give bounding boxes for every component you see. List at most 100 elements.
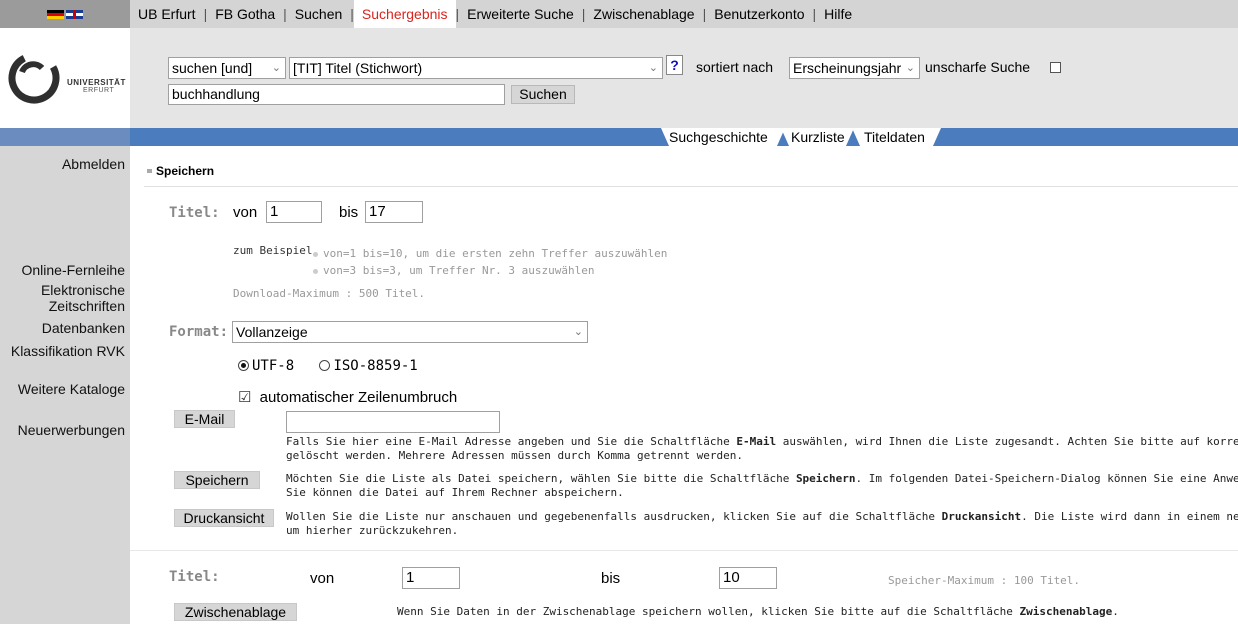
clipboard-description: Wenn Sie Daten in der Zwischenablage spe…	[397, 605, 1238, 619]
email-desc-text-2: auswählen, wird Ihnen die Liste zugesand…	[782, 435, 1238, 448]
email-desc-line2: gelöscht werden. Mehrere Adressen müssen…	[286, 449, 743, 462]
print-desc-text-2: . Die Liste wird dann in einem neuen Fen…	[1021, 510, 1238, 523]
example-1: von=1 bis=10, um die ersten zehn Treffer…	[313, 247, 667, 260]
email-desc-text: Falls Sie hier eine E-Mail Adresse angeb…	[286, 435, 737, 448]
sidebar-item-weitere-kataloge[interactable]: Weitere Kataloge	[18, 381, 125, 398]
to-label: bis	[339, 204, 359, 221]
tab-kurzliste[interactable]: Kurzliste	[781, 128, 854, 146]
fuzzy-search-checkbox[interactable]	[1050, 62, 1061, 73]
email-desc-bold: E-Mail	[736, 435, 777, 448]
print-view-button[interactable]: Druckansicht	[174, 509, 274, 527]
top-navigation-bar: UB Erfurt | FB Gotha | Suchen | Sucherge…	[0, 0, 1238, 28]
sidebar-item-ezeitschriften-line2[interactable]: Zeitschriften	[49, 298, 125, 315]
chevron-down-icon: ⌄	[648, 62, 658, 74]
logo-emblem-icon	[8, 52, 60, 104]
sidebar-item-neuerwerbungen[interactable]: Neuerwerbungen	[18, 422, 125, 439]
chevron-down-icon: ⌄	[905, 62, 915, 74]
nav-zwischenablage[interactable]: Zwischenablage	[585, 4, 702, 24]
save-desc-line2: Sie können die Datei auf Ihrem Rechner a…	[286, 486, 624, 499]
german-flag-icon[interactable]	[47, 10, 64, 19]
nav-suchergebnis[interactable]: Suchergebnis	[353, 0, 456, 28]
save-maximum-note: Speicher-Maximum : 100 Titel.	[888, 574, 1081, 587]
sidebar-item-rvk[interactable]: Klassifikation RVK	[11, 343, 125, 360]
title-range-label: Titel:	[169, 205, 220, 221]
clipboard-desc-bold: Zwischenablage	[1019, 605, 1113, 618]
nav-benutzerkonto[interactable]: Benutzerkonto	[706, 4, 812, 24]
sidebar-item-ezeitschriften-line1[interactable]: Elektronische	[41, 282, 125, 299]
tab-suchgeschichte[interactable]: Suchgeschichte	[661, 128, 785, 146]
sidebar-item-datenbanken[interactable]: Datenbanken	[42, 320, 125, 337]
save-panel: Speichern Titel: von 1 bis 17 zum Beispi…	[130, 146, 1238, 624]
sidebar-item-online-fernleihe[interactable]: Online-Fernleihe	[22, 262, 126, 279]
clipboard-to-label: bis	[601, 570, 621, 587]
operator-select[interactable]: suchen [und] ⌄	[168, 57, 286, 79]
help-button[interactable]: ?	[666, 55, 683, 75]
logo-text-universitaet: UNIVERSITÄT	[67, 78, 126, 87]
section-heading: Speichern	[146, 164, 215, 178]
save-description: Möchten Sie die Liste als Datei speicher…	[286, 472, 1238, 500]
format-select-value: Vollanzeige	[236, 324, 308, 340]
save-button[interactable]: Speichern	[174, 471, 260, 489]
search-button[interactable]: Suchen	[511, 85, 575, 104]
tab-titeldaten[interactable]: Titeldaten	[852, 128, 941, 146]
email-input[interactable]	[286, 411, 500, 433]
search-header: UNIVERSITÄT ERFURT suchen [und] ⌄ [TIT] …	[0, 28, 1238, 128]
print-desc-bold: Druckansicht	[941, 510, 1022, 523]
sort-select-value: Erscheinungsjahr	[793, 60, 902, 76]
logo-text-erfurt: ERFURT	[83, 87, 115, 94]
fuzzy-search-label: unscharfe Suche	[925, 59, 1031, 75]
university-logo[interactable]: UNIVERSITÄT ERFURT	[0, 28, 130, 128]
sidebar-item-logout[interactable]: Abmelden	[62, 156, 125, 173]
search-input[interactable]: buchhandlung	[168, 84, 505, 105]
radio-iso[interactable]	[319, 360, 331, 371]
email-description: Falls Sie hier eine E-Mail Adresse angeb…	[286, 435, 1238, 463]
operator-select-value: suchen [und]	[172, 60, 253, 76]
sidebar: Abmelden Online-Fernleihe Elektronische …	[0, 146, 130, 624]
line-wrap-label: automatischer Zeilenumbruch	[259, 389, 458, 406]
download-maximum-note: Download-Maximum : 500 Titel.	[233, 287, 426, 300]
language-switcher	[0, 0, 130, 28]
format-select[interactable]: Vollanzeige ⌄	[232, 321, 588, 343]
from-label: von	[233, 204, 258, 221]
sort-select[interactable]: Erscheinungsjahr ⌄	[789, 57, 920, 79]
print-desc-line2: um hierher zurückzukehren.	[286, 524, 459, 537]
line-wrap-checkbox[interactable]: ☑	[238, 389, 251, 406]
encoding-options: UTF-8 ISO-8859-1	[238, 358, 418, 374]
search-field-select[interactable]: [TIT] Titel (Stichwort) ⌄	[289, 57, 663, 79]
main-menu: UB Erfurt | FB Gotha | Suchen | Sucherge…	[130, 0, 860, 28]
wrap-option: ☑ automatischer Zeilenumbruch	[238, 388, 457, 406]
save-desc-text-2: . Im folgenden Datei-Speichern-Dialog kö…	[855, 472, 1238, 485]
example-2: von=3 bis=3, um Treffer Nr. 3 auszuwähle…	[313, 264, 595, 277]
save-desc-bold: Speichern	[795, 472, 856, 485]
clipboard-from-input[interactable]: 1	[402, 567, 460, 589]
print-description: Wollen Sie die Liste nur anschauen und g…	[286, 510, 1238, 538]
clipboard-to-input[interactable]: 10	[719, 567, 777, 589]
clipboard-from-label: von	[310, 570, 335, 587]
email-button[interactable]: E-Mail	[174, 410, 235, 428]
format-label: Format:	[169, 324, 229, 340]
clipboard-desc-text-2: .	[1112, 605, 1119, 618]
clipboard-desc-text: Wenn Sie Daten in der Zwischenablage spe…	[397, 605, 1020, 618]
chevron-down-icon: ⌄	[271, 62, 281, 74]
english-flag-icon[interactable]	[66, 10, 83, 19]
nav-hilfe[interactable]: Hilfe	[816, 4, 860, 24]
nav-ub-erfurt[interactable]: UB Erfurt	[130, 4, 204, 24]
radio-iso-label: ISO-8859-1	[333, 358, 418, 374]
divider	[130, 550, 1238, 551]
print-desc-text: Wollen Sie die Liste nur anschauen und g…	[286, 510, 942, 523]
sort-label: sortiert nach	[696, 59, 774, 75]
nav-fb-gotha[interactable]: FB Gotha	[207, 4, 283, 24]
tabbar-left-segment	[0, 128, 130, 146]
save-desc-text: Möchten Sie die Liste als Datei speicher…	[286, 472, 796, 485]
result-tabs-bar: Suchgeschichte Kurzliste Titeldaten	[0, 128, 1238, 146]
example-label: zum Beispiel	[233, 244, 313, 257]
nav-erweiterte-suche[interactable]: Erweiterte Suche	[459, 4, 582, 24]
radio-utf8-label: UTF-8	[252, 358, 295, 374]
chevron-down-icon: ⌄	[573, 326, 583, 338]
nav-suchen[interactable]: Suchen	[287, 4, 350, 24]
clipboard-button[interactable]: Zwischenablage	[174, 603, 297, 621]
search-field-select-value: [TIT] Titel (Stichwort)	[293, 60, 423, 76]
from-input[interactable]: 1	[266, 201, 322, 223]
to-input[interactable]: 17	[365, 201, 423, 223]
radio-utf8[interactable]	[238, 360, 249, 371]
